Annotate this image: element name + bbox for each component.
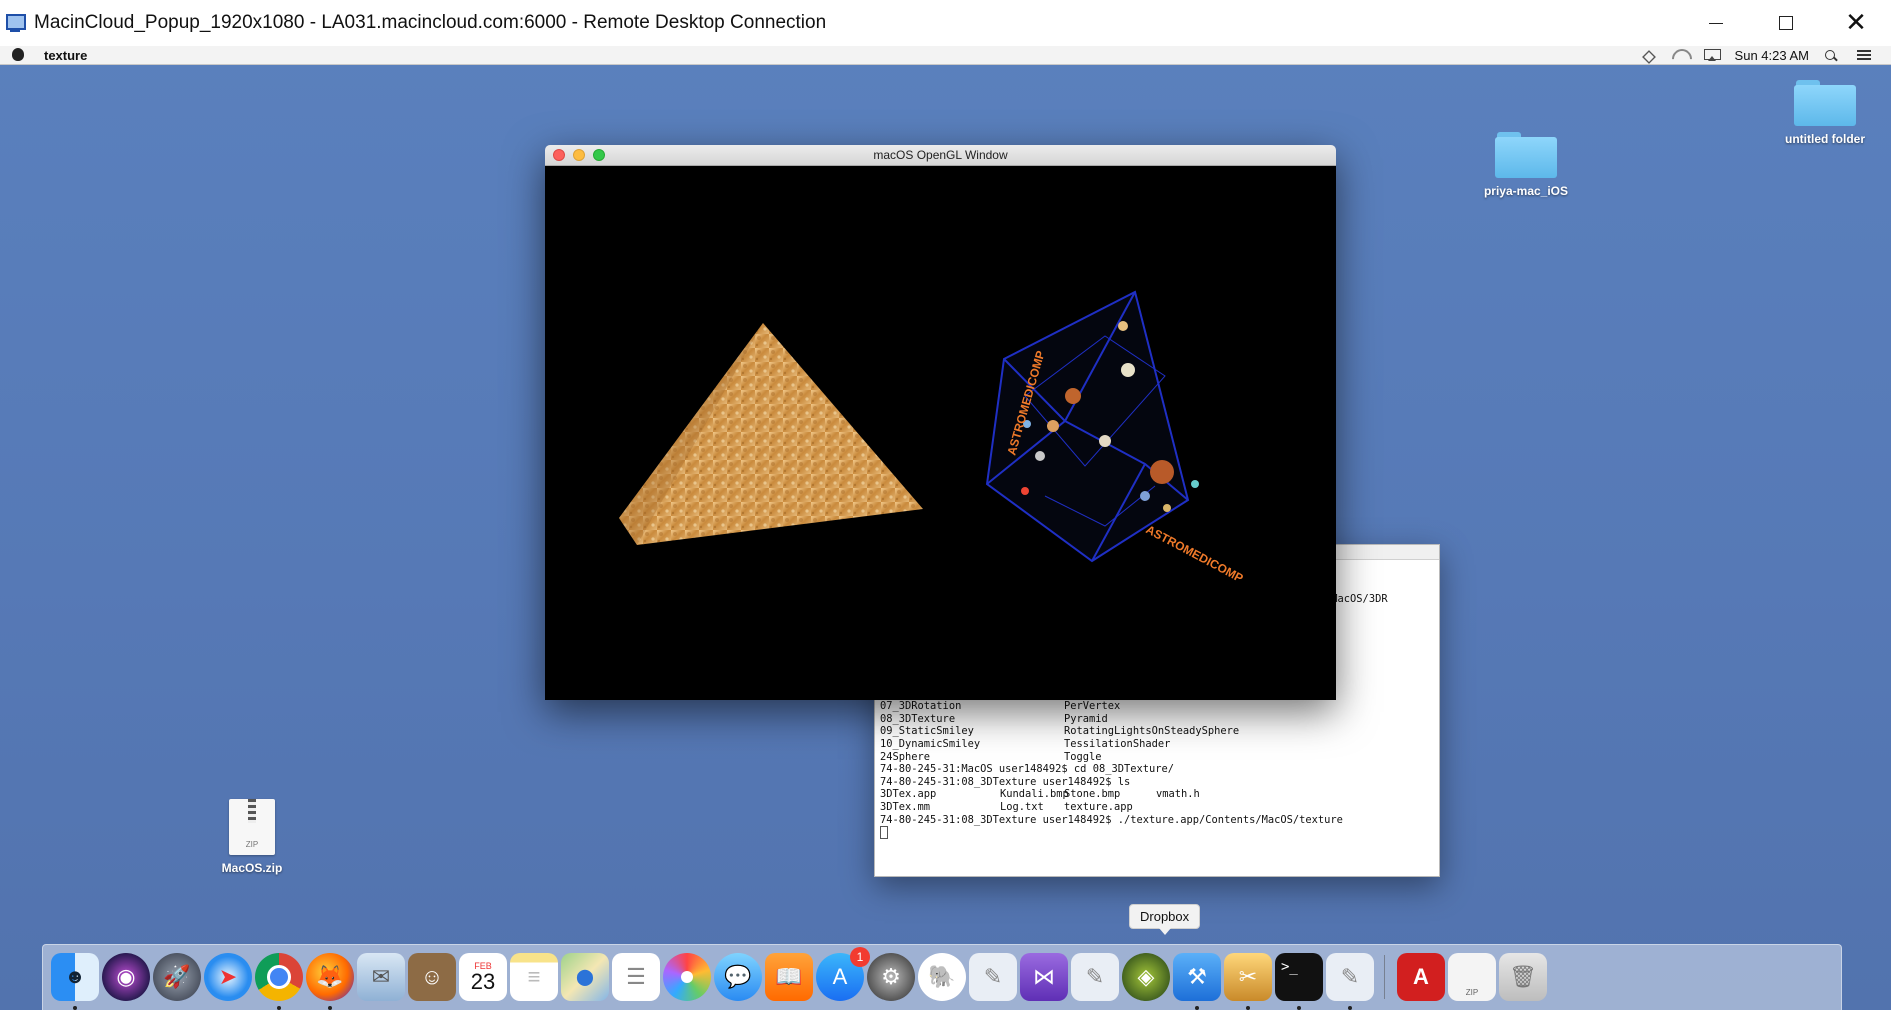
terminal-list-entry: Toggle bbox=[1064, 750, 1102, 763]
rdp-title-bar[interactable]: MacinCloud_Popup_1920x1080 - LA031.macin… bbox=[0, 0, 1891, 46]
close-window-button[interactable] bbox=[553, 149, 565, 161]
mac-menu-bar: texture Sun 4:23 AM bbox=[0, 46, 1891, 65]
terminal-list-entry: PerVertex bbox=[1064, 700, 1121, 713]
close-button[interactable]: ✕ bbox=[1821, 0, 1891, 46]
terminal-command-line: 74-80-245-31:08_3DTexture user148492$ ./… bbox=[880, 813, 1343, 826]
terminal-file-entry: vmath.h bbox=[1156, 788, 1200, 801]
notification-center-icon[interactable] bbox=[1855, 49, 1873, 61]
terminal-list-entry: RotatingLightsOnSteadySphere bbox=[1064, 725, 1240, 738]
terminal-list-entry: 08_3DTexture bbox=[880, 712, 956, 725]
airplay-icon[interactable] bbox=[1703, 49, 1721, 61]
close-icon: ✕ bbox=[1845, 8, 1867, 38]
terminal-file-entry: 3DTex.app bbox=[880, 788, 937, 801]
wifi-icon[interactable] bbox=[1671, 49, 1689, 61]
textured-cube: ASTROMEDICOMP ASTROMEDICOMP bbox=[985, 290, 1246, 585]
terminal-list-entry: Pyramid bbox=[1064, 712, 1108, 725]
minimize-window-button[interactable] bbox=[573, 149, 585, 161]
terminal-command-line: 74-80-245-31:MacOS user148492$ cd 08_3DT… bbox=[880, 763, 1175, 776]
terminal-list-entry: 07_3DRotation bbox=[880, 700, 962, 713]
messages-icon[interactable]: 💬 bbox=[714, 953, 762, 1001]
minimize-icon bbox=[1709, 22, 1723, 24]
menu-app-name[interactable]: texture bbox=[44, 48, 87, 63]
desktop-folder-label: untitled folder bbox=[1785, 132, 1865, 146]
rdp-window-title: MacinCloud_Popup_1920x1080 - LA031.macin… bbox=[34, 12, 827, 33]
menu-extras: Sun 4:23 AM bbox=[1639, 46, 1891, 64]
maximize-button[interactable] bbox=[1751, 0, 1821, 46]
document-icon-2[interactable]: ✎ bbox=[1326, 953, 1374, 1010]
opengl-canvas[interactable]: ASTROMEDICOMP ASTROMEDICOMP bbox=[545, 166, 1336, 700]
photos-icon[interactable] bbox=[663, 953, 711, 1001]
rendered-scene: ASTROMEDICOMP ASTROMEDICOMP bbox=[619, 290, 1246, 585]
books-icon[interactable]: 📖 bbox=[765, 953, 813, 1001]
chrome-icon[interactable] bbox=[255, 953, 303, 1010]
calendar-day: 23 bbox=[470, 969, 496, 994]
safari-icon[interactable]: ➤ bbox=[204, 953, 252, 1001]
desktop-file-label: MacOS.zip bbox=[221, 861, 283, 875]
contacts-icon[interactable]: ☺ bbox=[408, 953, 456, 1001]
evernote-icon[interactable]: 🐘 bbox=[918, 953, 966, 1001]
maximize-icon bbox=[1779, 16, 1793, 30]
dock-tooltip: Dropbox bbox=[1129, 904, 1201, 935]
textured-pyramid bbox=[619, 323, 923, 545]
traffic-lights bbox=[553, 149, 605, 161]
terminal-file-entry: Log.txt bbox=[1000, 801, 1044, 813]
desktop-folder-label: priya-mac_iOS bbox=[1483, 184, 1569, 198]
system-preferences-icon[interactable]: ⚙ bbox=[867, 953, 915, 1001]
cube-brand-label: ASTROMEDICOMP bbox=[1144, 522, 1246, 585]
menu-clock[interactable]: Sun 4:23 AM bbox=[1735, 48, 1809, 63]
opengl-window[interactable]: macOS OpenGL Window ASTROMEDICOMP ASTROM… bbox=[545, 145, 1336, 700]
xcode-icon[interactable]: ⚒ bbox=[1173, 953, 1221, 1010]
dock-separator bbox=[1384, 955, 1385, 999]
terminal-file-entry: texture.app bbox=[1064, 801, 1133, 813]
terminal-file-entry: 3DTex.mm bbox=[880, 801, 931, 813]
zoom-window-button[interactable] bbox=[593, 149, 605, 161]
minimize-button[interactable] bbox=[1681, 0, 1751, 46]
desktop-folder-untitled[interactable]: untitled folder bbox=[1775, 80, 1875, 146]
desktop-file-macos-zip[interactable]: ZIP MacOS.zip bbox=[202, 799, 302, 875]
terminal-command-line: 74-80-245-31:08_3DTexture user148492$ ls bbox=[880, 775, 1131, 788]
text-file-icon[interactable]: ✎ bbox=[969, 953, 1017, 1001]
desktop-folder-priya[interactable]: priya-mac_iOS bbox=[1476, 132, 1576, 198]
terminal-list-entry: 10_DynamicSmiley bbox=[880, 738, 981, 750]
terminal-app-icon[interactable]: >_ bbox=[1275, 953, 1323, 1010]
opengl-window-title: macOS OpenGL Window bbox=[873, 148, 1008, 162]
apple-menu[interactable] bbox=[12, 47, 24, 63]
terminal-file-entry: Kundali.bmp bbox=[1000, 788, 1069, 801]
dropbox-menu-icon[interactable] bbox=[1639, 49, 1657, 61]
app-store-icon[interactable]: A1 bbox=[816, 947, 870, 1001]
zip-file-icon: ZIP bbox=[229, 799, 275, 855]
terminal-list-entry: 09_StaticSmiley bbox=[880, 725, 974, 738]
firefox-icon[interactable]: 🦊 bbox=[306, 953, 354, 1010]
folder-icon bbox=[1794, 80, 1856, 126]
mail-icon[interactable]: ✉ bbox=[357, 953, 405, 1001]
android-studio-icon[interactable]: ◈ bbox=[1122, 953, 1170, 1001]
siri-icon[interactable]: ◉ bbox=[102, 953, 150, 1001]
notes-icon[interactable]: ≡ bbox=[510, 953, 558, 1001]
apple-logo-icon bbox=[12, 48, 24, 61]
dock: ☻ ◉ 🚀 ➤ 🦊 ✉ ☺ FEB 23 ≡ ⬤ ☰ 💬 📖 A1 ⚙ 🐘 ✎ … bbox=[42, 944, 1842, 1010]
remote-desktop-icon bbox=[4, 12, 28, 34]
reminders-icon[interactable]: ☰ bbox=[612, 953, 660, 1001]
folder-icon bbox=[1495, 132, 1557, 178]
visual-studio-icon[interactable]: ⋈ bbox=[1020, 953, 1068, 1001]
notification-badge: 1 bbox=[850, 947, 870, 967]
window-controls: ✕ bbox=[1681, 0, 1891, 46]
launchpad-icon[interactable]: 🚀 bbox=[153, 953, 201, 1001]
opengl-title-bar[interactable]: macOS OpenGL Window bbox=[545, 145, 1336, 166]
terminal-list-entry: TessilationShader bbox=[1064, 738, 1171, 750]
zip-archive-icon[interactable]: ZIP bbox=[1448, 953, 1496, 1001]
document-icon[interactable]: ✎ bbox=[1071, 953, 1119, 1001]
calendar-icon[interactable]: FEB 23 bbox=[459, 953, 507, 1001]
spotlight-search-icon[interactable] bbox=[1823, 49, 1841, 61]
finder-icon[interactable]: ☻ bbox=[51, 953, 99, 1010]
utility-tool-icon[interactable]: ✂ bbox=[1224, 953, 1272, 1010]
terminal-cursor bbox=[880, 826, 888, 840]
terminal-list-entry: 24Sphere bbox=[880, 750, 931, 763]
maps-icon[interactable]: ⬤ bbox=[561, 953, 609, 1001]
trash-icon[interactable]: 🗑 bbox=[1499, 953, 1547, 1001]
terminal-file-entry: Stone.bmp bbox=[1064, 788, 1121, 801]
mac-desktop[interactable]: texture Sun 4:23 AM untitled folder priy… bbox=[0, 46, 1891, 1010]
acrobat-reader-icon[interactable]: A bbox=[1397, 953, 1445, 1001]
